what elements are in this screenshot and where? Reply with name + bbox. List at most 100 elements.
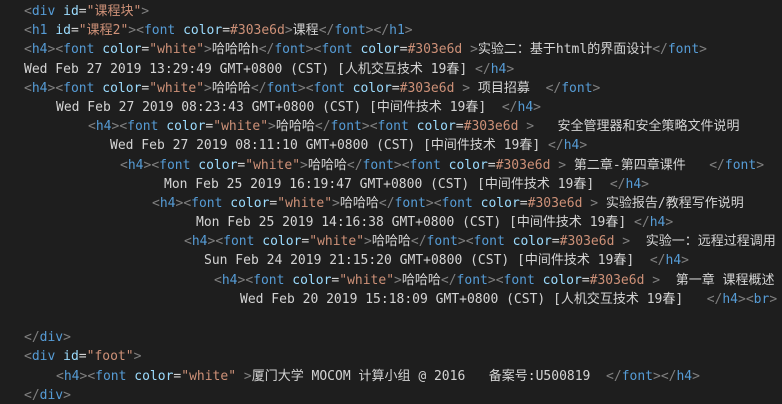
code-token: #303e6d bbox=[527, 195, 583, 211]
code-token: 课程 bbox=[292, 23, 319, 39]
code-line[interactable]: Wed Feb 20 2019 15:18:09 GMT+0800 (CST) … bbox=[0, 290, 782, 309]
code-token: #303e6d bbox=[230, 23, 285, 39]
code-token: h4 bbox=[649, 215, 666, 231]
code-line[interactable]: Wed Feb 27 2019 13:29:49 GMT+0800 (CST) … bbox=[0, 60, 782, 79]
code-line[interactable]: </div> bbox=[0, 328, 782, 347]
code-token: div bbox=[39, 330, 64, 346]
code-token: color bbox=[416, 119, 456, 135]
code-token: h4 bbox=[191, 234, 208, 250]
code-token: id bbox=[63, 4, 79, 19]
code-token: color bbox=[166, 119, 206, 135]
code-token: = bbox=[519, 195, 528, 211]
code-token: font bbox=[441, 195, 473, 211]
code-token: > bbox=[128, 23, 137, 39]
code-editor[interactable]: <div id="课程块"> <h1 id="课程2"><font color=#… bbox=[0, 0, 782, 404]
code-token: color bbox=[102, 80, 142, 96]
code-token: font bbox=[223, 234, 255, 250]
code-line[interactable]: <h4><font color="white" >厦门大学 MOCOM 计算小组… bbox=[0, 367, 782, 386]
code-token: </ bbox=[649, 253, 666, 269]
code-token: font bbox=[313, 80, 345, 96]
code-line[interactable]: </div> bbox=[0, 386, 782, 404]
code-token: > bbox=[769, 291, 778, 307]
code-token: </ bbox=[606, 368, 622, 384]
code-token: color bbox=[102, 42, 142, 58]
code-token: > bbox=[592, 80, 601, 96]
code-line[interactable]: <h4><font color="white">哈哈哈h</font><font… bbox=[0, 40, 782, 59]
code-token: < bbox=[136, 23, 144, 39]
code-token: > bbox=[393, 157, 402, 173]
code-token: > bbox=[457, 234, 466, 250]
code-token: </ bbox=[440, 272, 457, 288]
code-token: </ bbox=[706, 291, 723, 307]
code-line[interactable]: Mon Feb 25 2019 14:16:38 GMT+0800 (CST) … bbox=[0, 213, 782, 232]
code-line[interactable]: <h4><font color="white">哈哈哈</font><font … bbox=[0, 79, 782, 98]
code-token: </ bbox=[24, 387, 40, 403]
code-token: = bbox=[78, 4, 87, 19]
code-token: > bbox=[63, 387, 71, 403]
code-token: > bbox=[364, 234, 372, 250]
code-token: </ bbox=[660, 368, 677, 384]
code-token: font bbox=[667, 42, 700, 58]
code-token: br bbox=[753, 291, 770, 307]
code-token: Mon Feb 25 2019 16:19:47 GMT+0800 (CST) … bbox=[164, 176, 610, 192]
code-token: h4 bbox=[665, 253, 682, 269]
code-token: > bbox=[487, 272, 496, 288]
code-token: font bbox=[127, 119, 159, 135]
code-token: 项目招募 bbox=[470, 80, 546, 96]
code-line[interactable]: <h4><font color="white">哈哈哈</font><font … bbox=[0, 156, 782, 175]
code-token: font bbox=[503, 272, 535, 288]
code-token: > bbox=[141, 4, 150, 19]
code-token: < bbox=[88, 119, 96, 135]
code-line[interactable]: Wed Feb 27 2019 08:11:10 GMT+0800 (CST) … bbox=[0, 136, 782, 155]
code-token: </ bbox=[258, 42, 275, 58]
code-token: > bbox=[590, 195, 599, 211]
code-token: div bbox=[31, 349, 56, 365]
code-token: </ bbox=[548, 138, 564, 154]
code-token: font bbox=[621, 368, 653, 384]
code-token: color bbox=[183, 23, 223, 39]
code-token: </ bbox=[314, 119, 331, 135]
code-line[interactable]: Mon Feb 25 2019 16:19:47 GMT+0800 (CST) … bbox=[0, 175, 782, 194]
code-token: < bbox=[183, 195, 192, 211]
code-token: > bbox=[404, 23, 413, 39]
code-token: > bbox=[332, 195, 340, 211]
code-token: = bbox=[487, 157, 496, 173]
code-token: 哈哈哈 bbox=[211, 80, 251, 96]
code-line[interactable]: <h4><font color="white">哈哈哈</font><font … bbox=[0, 271, 782, 290]
code-token: 实验报告/教程写作说明 bbox=[598, 195, 744, 211]
code-token: > bbox=[133, 349, 142, 365]
code-token: font bbox=[426, 234, 458, 250]
code-token: < bbox=[245, 272, 254, 288]
code-line[interactable]: <h4><font color="white">哈哈哈</font><font … bbox=[0, 232, 782, 251]
code-line[interactable]: <h4><font color="white">哈哈哈</font><font … bbox=[0, 194, 782, 213]
code-line[interactable]: <div id="课程块"> bbox=[0, 2, 782, 21]
code-token: </ bbox=[346, 157, 363, 173]
code-token: 第一章 课程概述 bbox=[660, 272, 775, 288]
code-token: > bbox=[268, 119, 276, 135]
code-token: < bbox=[24, 4, 32, 19]
code-line[interactable]: Wed Feb 27 2019 08:23:43 GMT+0800 (CST) … bbox=[0, 98, 782, 117]
code-token: = bbox=[78, 349, 87, 365]
code-token: "white" bbox=[277, 195, 333, 211]
code-token: > bbox=[652, 272, 661, 288]
code-line[interactable]: <div id="foot"> bbox=[0, 347, 782, 366]
code-token: "white" bbox=[213, 119, 269, 135]
code-token: "white" bbox=[245, 157, 301, 173]
code-token: font bbox=[724, 157, 757, 173]
code-line[interactable]: <h1 id="课程2"><font color=#303e6d>课程</fon… bbox=[0, 21, 782, 40]
code-token: = bbox=[455, 119, 464, 135]
code-token: font bbox=[63, 42, 95, 58]
code-line[interactable] bbox=[0, 309, 782, 328]
code-line[interactable]: Sun Feb 24 2019 21:15:20 GMT+0800 (CST) … bbox=[0, 251, 782, 270]
code-token: > bbox=[305, 42, 314, 58]
code-token: 哈哈哈 bbox=[401, 272, 441, 288]
code-token: </ bbox=[378, 195, 395, 211]
code-token: > bbox=[756, 157, 765, 173]
code-line[interactable]: <h4><font color="white">哈哈哈</font><font … bbox=[0, 117, 782, 136]
code-token: font bbox=[274, 42, 306, 58]
